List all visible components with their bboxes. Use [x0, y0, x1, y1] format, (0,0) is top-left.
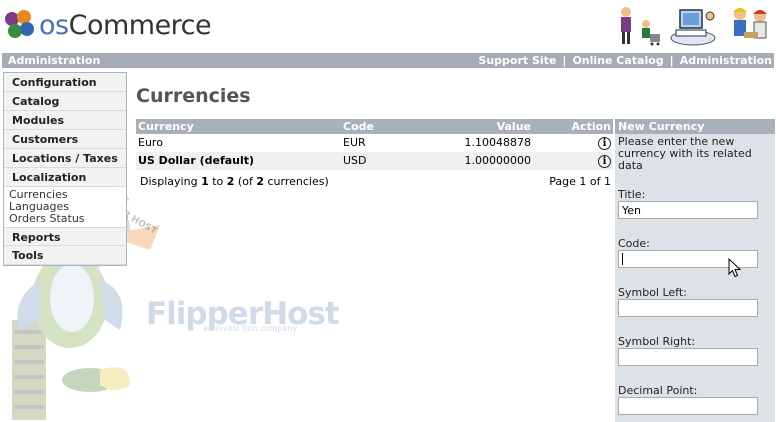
new-currency-panel: New Currency Please enter the new curren… [615, 119, 775, 422]
flipperhost-watermark-tagline: an invest tion company [203, 324, 298, 333]
online-catalog-link[interactable]: Online Catalog [572, 54, 663, 67]
decimal-point-field[interactable] [618, 397, 758, 415]
col-header-code: Code [343, 120, 374, 133]
logo-prefix: os [39, 9, 69, 41]
administration-link[interactable]: Administration [680, 54, 772, 67]
title-label: Title: [618, 188, 646, 201]
info-icon[interactable]: i [598, 134, 611, 152]
symbol-left-field[interactable] [618, 299, 758, 317]
menu-catalog[interactable]: Catalog [4, 92, 126, 111]
menu-customers[interactable]: Customers [4, 130, 126, 149]
panel-title: New Currency [615, 119, 775, 134]
menu-localization[interactable]: Localization [4, 168, 126, 187]
cell-code: USD [343, 154, 367, 167]
mouse-pointer-icon [728, 258, 742, 278]
symbol-left-label: Symbol Left: [618, 286, 687, 299]
header-illustrations [612, 4, 774, 46]
logo-mark-icon [5, 10, 35, 40]
table-row[interactable]: US Dollar (default) USD 1.00000000 i [136, 152, 613, 170]
support-site-link[interactable]: Support Site [478, 54, 556, 67]
admin-top-bar: Administration Support Site | Online Catal… [2, 53, 774, 68]
panel-intro-text: Please enter the new currency with its r… [618, 135, 752, 172]
cell-code: EUR [343, 136, 366, 149]
cell-value: 1.00000000 [464, 154, 531, 167]
family-shopping-illustration [621, 7, 660, 46]
table-row[interactable]: Euro EUR 1.10048878 i [136, 134, 613, 152]
menu-configuration[interactable]: Configuration [4, 73, 126, 92]
oscommerce-logo[interactable]: osCommerce [5, 8, 212, 42]
menu-locations-taxes[interactable]: Locations / Taxes [4, 149, 126, 168]
table-header: Currency Code Value Action [136, 119, 613, 134]
cell-currency: Euro [138, 136, 163, 149]
cell-value: 1.10048878 [464, 136, 531, 149]
currencies-table: Currency Code Value Action Euro EUR 1.10… [136, 119, 613, 188]
title-field[interactable] [618, 201, 758, 219]
workers-illustration [733, 8, 767, 39]
col-header-action: Action [571, 120, 611, 133]
submenu-orders-status[interactable]: Orders Status [4, 213, 126, 225]
computer-illustration [670, 9, 716, 46]
localization-submenu: Currencies Languages Orders Status [4, 187, 126, 227]
menu-reports[interactable]: Reports [4, 227, 126, 246]
text-caret [622, 253, 623, 265]
menu-tools[interactable]: Tools [4, 246, 126, 265]
code-label: Code: [618, 237, 650, 250]
cell-currency: US Dollar (default) [138, 154, 255, 167]
decimal-point-label: Decimal Point: [618, 384, 698, 397]
admin-breadcrumb[interactable]: Administration [8, 53, 100, 68]
link-separator: | [669, 54, 674, 67]
link-separator: | [562, 54, 567, 67]
symbol-right-label: Symbol Right: [618, 335, 696, 348]
table-footer: Displaying 1 to 2 (of 2 currencies) Page… [136, 173, 613, 191]
col-header-currency: Currency [138, 120, 194, 133]
menu-modules[interactable]: Modules [4, 111, 126, 130]
displaying-count: Displaying 1 to 2 (of 2 currencies) [140, 175, 329, 188]
admin-sidebar-menu: Configuration Catalog Modules Customers … [3, 72, 127, 266]
header: osCommerce [0, 0, 776, 52]
page-title: Currencies [136, 85, 251, 107]
symbol-right-field[interactable] [618, 348, 758, 366]
top-links: Support Site | Online Catalog | Administrati… [478, 53, 772, 68]
logo-suffix: Commerce [68, 9, 212, 41]
info-icon[interactable]: i [598, 152, 611, 170]
pagination-label: Page 1 of 1 [549, 175, 611, 188]
col-header-value: Value [496, 120, 531, 133]
